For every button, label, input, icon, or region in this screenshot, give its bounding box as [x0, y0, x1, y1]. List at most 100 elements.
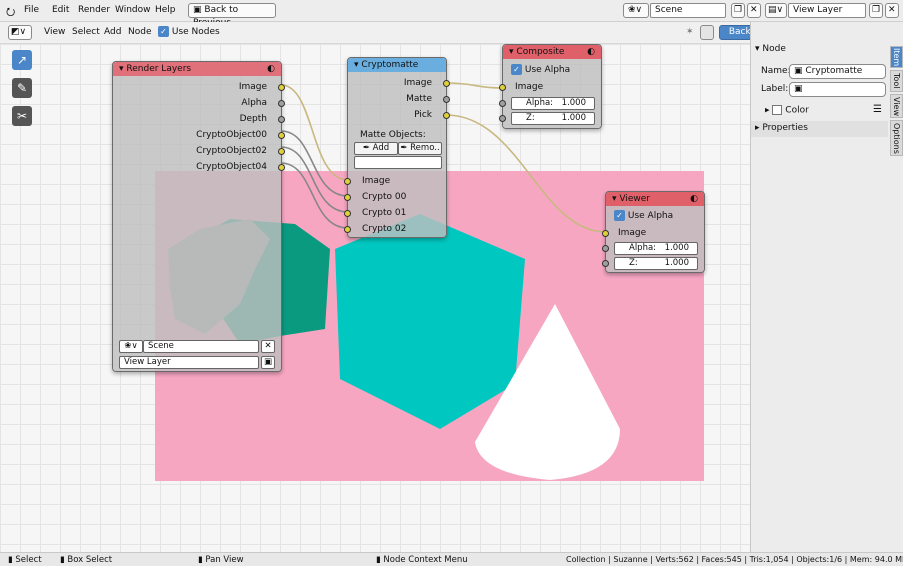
- menu-file[interactable]: File: [24, 5, 39, 15]
- viewer-use-alpha-checkbox[interactable]: ✓ Use Alpha: [614, 210, 673, 221]
- mouse-right-icon: ▮: [376, 555, 381, 565]
- name-label: Name:: [761, 66, 791, 76]
- checkmark-icon: ✓: [158, 26, 169, 37]
- crypto-input-image-socket[interactable]: [344, 178, 351, 185]
- render-layer-icon[interactable]: ▣: [261, 356, 275, 369]
- crypto-output-matte-socket[interactable]: [443, 96, 450, 103]
- menu-edit[interactable]: Edit: [52, 5, 69, 15]
- view-layer-field[interactable]: View Layer: [788, 3, 866, 18]
- select-tool-icon[interactable]: ↗: [12, 50, 32, 70]
- composite-alpha-socket[interactable]: [499, 100, 506, 107]
- link-crypto01: [280, 146, 349, 213]
- delete-scene-icon[interactable]: ✕: [747, 3, 761, 18]
- cut-links-tool-icon[interactable]: ✂: [12, 106, 32, 126]
- properties-section-header[interactable]: ▸ Properties: [751, 121, 888, 137]
- menu-view[interactable]: View: [44, 27, 65, 37]
- node-canvas[interactable]: ↗ ✎ ✂ ▾ Render Layers ◐ Image Alpha Dept…: [0, 44, 750, 552]
- back-to-previous-button[interactable]: ▣ Back to Previous: [188, 3, 276, 28]
- matte-id-field[interactable]: [354, 156, 442, 169]
- tab-item[interactable]: Item: [890, 46, 903, 68]
- node-label-field[interactable]: ▣: [789, 82, 886, 97]
- scene-field[interactable]: Scene: [650, 3, 726, 18]
- top-menu-bar: ⭮ File Edit Render Window Help ▣ Back to…: [0, 0, 903, 28]
- composite-header[interactable]: ▾ Composite ◐: [503, 45, 601, 59]
- composite-z-label: Z:: [526, 113, 535, 123]
- delete-view-layer-icon[interactable]: ✕: [885, 3, 899, 18]
- crypto-output-image-label: Image: [403, 78, 432, 88]
- output-depth-socket[interactable]: [278, 116, 285, 123]
- crypto-input-00-socket[interactable]: [344, 194, 351, 201]
- composite-z-field[interactable]: Z: 1.000: [511, 112, 595, 125]
- presets-list-icon[interactable]: ☰: [873, 104, 882, 115]
- render-layers-header[interactable]: ▾ Render Layers ◐: [113, 62, 281, 76]
- composite-title: Composite: [516, 47, 565, 57]
- composite-alpha-label: Alpha:: [526, 98, 554, 108]
- viewer-alpha-value: 1.000: [664, 243, 689, 253]
- annotate-tool-icon[interactable]: ✎: [12, 78, 32, 98]
- properties-section-title: Properties: [762, 123, 808, 133]
- new-scene-icon[interactable]: ❐: [731, 3, 745, 18]
- collapse-icon[interactable]: ▾: [509, 47, 514, 57]
- scene-selector-button[interactable]: ❀∨: [623, 3, 649, 18]
- cryptomatte-header[interactable]: ▾ Cryptomatte: [348, 58, 446, 72]
- pin-icon[interactable]: ✶: [686, 27, 694, 37]
- menu-render[interactable]: Render: [78, 5, 110, 15]
- tab-tool[interactable]: Tool: [890, 70, 903, 92]
- render-layers-node[interactable]: ▾ Render Layers ◐ Image Alpha Depth Cryp…: [112, 61, 285, 372]
- viewer-header[interactable]: ▾ Viewer ◐: [606, 192, 704, 206]
- menu-add[interactable]: Add: [104, 27, 121, 37]
- composite-node[interactable]: ▾ Composite ◐ ✓ Use Alpha Image Alpha: 1…: [499, 44, 602, 129]
- tab-view[interactable]: View: [890, 94, 903, 118]
- composite-z-socket[interactable]: [499, 115, 506, 122]
- use-nodes-checkbox[interactable]: ✓ Use Nodes: [158, 26, 220, 37]
- output-image-socket[interactable]: [278, 84, 285, 91]
- tab-options[interactable]: Options: [890, 120, 903, 156]
- composite-use-alpha-checkbox[interactable]: ✓ Use Alpha: [511, 64, 570, 75]
- cryptomatte-title: Cryptomatte: [361, 60, 419, 70]
- editor-type-button[interactable]: ◩∨: [8, 25, 32, 40]
- new-view-layer-icon[interactable]: ❐: [869, 3, 883, 18]
- menu-help[interactable]: Help: [155, 5, 176, 15]
- node-section-header[interactable]: ▾ Node: [755, 44, 888, 58]
- backdrop-toggle-icon[interactable]: [700, 25, 714, 40]
- output-crypto00-socket[interactable]: [278, 132, 285, 139]
- output-depth-label: Depth: [239, 114, 267, 124]
- output-crypto02-socket[interactable]: [278, 148, 285, 155]
- blender-logo-icon[interactable]: ⭮: [6, 3, 15, 22]
- viewer-alpha-field[interactable]: Alpha: 1.000: [614, 242, 698, 255]
- link-viewer: [445, 114, 607, 233]
- crypto-output-image-socket[interactable]: [443, 80, 450, 87]
- layers-icon: ▤∨: [768, 5, 784, 15]
- remove-matte-button[interactable]: ✒ Remo..: [398, 142, 442, 155]
- scene-picker-icon[interactable]: ❀∨: [119, 340, 143, 353]
- collapse-icon[interactable]: ▾: [119, 64, 124, 74]
- crypto-input-01-socket[interactable]: [344, 210, 351, 217]
- render-layers-body: Image Alpha Depth CryptoObject00 CryptoO…: [113, 76, 285, 371]
- menu-window[interactable]: Window: [115, 5, 151, 15]
- color-checkbox[interactable]: ▸ Color: [765, 105, 809, 116]
- scene-value-field[interactable]: Scene: [143, 340, 259, 353]
- composite-z-value: 1.000: [561, 113, 586, 123]
- output-alpha-socket[interactable]: [278, 100, 285, 107]
- view-layer-selector-button[interactable]: ▤∨: [765, 3, 787, 18]
- composite-input-image-socket[interactable]: [499, 84, 506, 91]
- viewer-z-socket[interactable]: [602, 260, 609, 267]
- viewer-input-image-socket[interactable]: [602, 230, 609, 237]
- viewer-z-field[interactable]: Z: 1.000: [614, 257, 698, 270]
- cryptomatte-node[interactable]: ▾ Cryptomatte Image Matte Pick Matte Obj…: [344, 57, 450, 238]
- menu-select[interactable]: Select: [72, 27, 100, 37]
- collapse-icon[interactable]: ▾: [354, 60, 359, 70]
- collapse-icon[interactable]: ▾: [612, 194, 617, 204]
- view-layer-value-field[interactable]: View Layer: [119, 356, 259, 369]
- menu-node[interactable]: Node: [128, 27, 152, 37]
- viewer-alpha-socket[interactable]: [602, 245, 609, 252]
- viewer-node[interactable]: ▾ Viewer ◐ ✓ Use Alpha Image Alpha: 1.00…: [602, 191, 705, 273]
- crypto-input-02-socket[interactable]: [344, 226, 351, 233]
- node-name-field[interactable]: ▣ Cryptomatte: [789, 64, 886, 79]
- add-matte-button[interactable]: ✒ Add: [354, 142, 398, 155]
- status-box-select: ▮ Box Select: [60, 555, 112, 565]
- composite-alpha-field[interactable]: Alpha: 1.000: [511, 97, 595, 110]
- crypto-output-pick-socket[interactable]: [443, 112, 450, 119]
- output-crypto04-socket[interactable]: [278, 164, 285, 171]
- clear-scene-icon[interactable]: ✕: [261, 340, 275, 353]
